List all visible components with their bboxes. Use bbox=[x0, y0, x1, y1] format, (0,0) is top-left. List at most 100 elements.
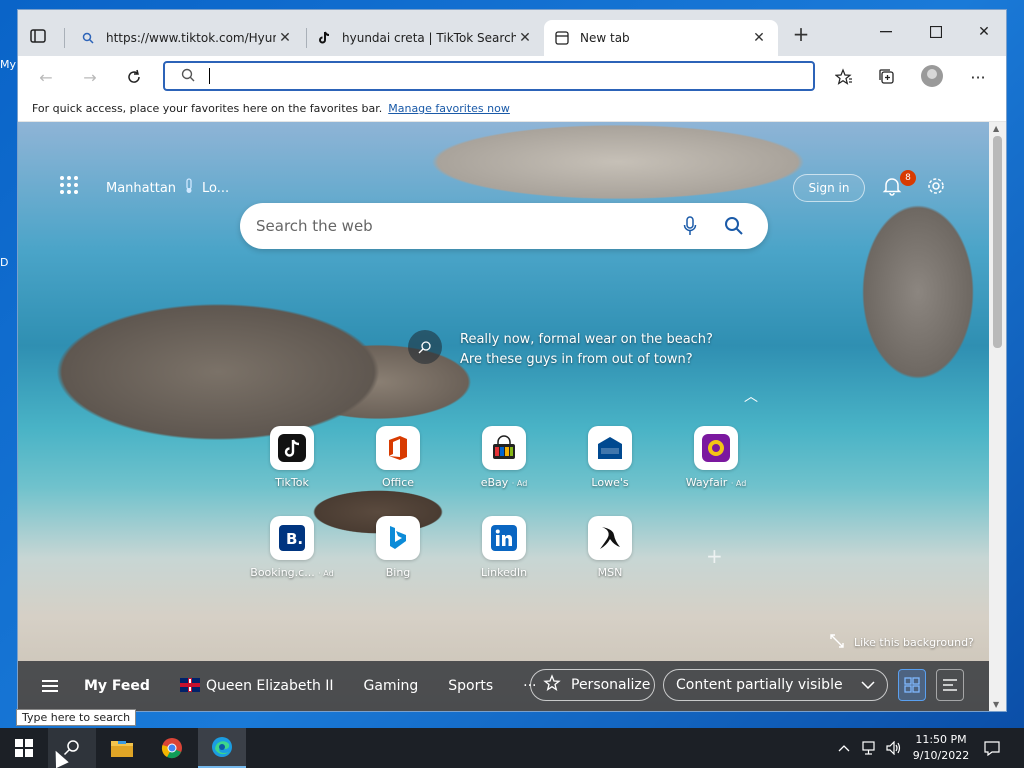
ad-label: · Ad bbox=[511, 479, 528, 488]
system-clock[interactable]: 11:50 PM 9/10/2022 bbox=[906, 732, 976, 764]
tile-label: Booking.c... bbox=[250, 566, 315, 579]
notification-center-icon[interactable] bbox=[984, 728, 1000, 768]
menu-icon[interactable] bbox=[42, 680, 58, 692]
close-window-icon[interactable]: ✕ bbox=[972, 22, 996, 42]
page-scrollbar[interactable]: ▲ ▼ bbox=[989, 122, 1006, 711]
clock-time: 11:50 PM bbox=[915, 733, 967, 746]
quick-link-lowes[interactable]: Lowe's bbox=[565, 426, 655, 489]
ad-label: · Ad bbox=[730, 479, 747, 488]
quick-link-tiktok[interactable]: TikTok bbox=[247, 426, 337, 489]
manage-favorites-link[interactable]: Manage favorites now bbox=[388, 102, 510, 115]
msn-icon bbox=[588, 516, 632, 560]
quick-link-booking[interactable]: B. Booking.c... · Ad bbox=[247, 516, 337, 579]
feed-navigation-bar: My Feed Queen Elizabeth II Gaming Sports… bbox=[18, 661, 989, 711]
minimize-icon[interactable] bbox=[874, 22, 898, 42]
uk-flag-icon bbox=[179, 678, 200, 692]
file-explorer-icon[interactable] bbox=[98, 728, 146, 768]
newtab-page-icon bbox=[554, 30, 570, 46]
lowes-icon bbox=[588, 426, 632, 470]
weather-widget[interactable]: Manhattan Lo... bbox=[106, 178, 229, 198]
feed-tab-sports[interactable]: Sports bbox=[448, 678, 493, 694]
address-bar[interactable] bbox=[163, 61, 815, 91]
tile-label: Wayfair bbox=[685, 476, 728, 489]
scrollbar-thumb[interactable] bbox=[993, 136, 1002, 348]
tiktok-icon bbox=[270, 426, 314, 470]
feed-tab-my-feed[interactable]: My Feed bbox=[84, 678, 150, 694]
weather-label: Lo... bbox=[202, 180, 230, 196]
search-icon[interactable] bbox=[722, 214, 746, 238]
maximize-icon[interactable] bbox=[924, 22, 948, 42]
profile-avatar[interactable] bbox=[921, 65, 943, 87]
web-search-box[interactable]: Search the web bbox=[240, 203, 768, 249]
search-tooltip: Type here to search bbox=[16, 709, 137, 726]
like-background-label: Like this background? bbox=[854, 636, 974, 649]
caption-line: Really now, formal wear on the beach? bbox=[460, 332, 713, 347]
close-tab-icon[interactable]: ✕ bbox=[516, 30, 534, 46]
grid-view-icon[interactable] bbox=[898, 669, 926, 701]
tab-title: https://www.tiktok.com/Hyundai bbox=[106, 31, 276, 45]
favorites-bar: For quick access, place your favorites h… bbox=[18, 96, 1006, 122]
windows-start-icon[interactable] bbox=[0, 728, 48, 768]
quick-link-bing[interactable]: Bing bbox=[353, 516, 443, 579]
scroll-up-icon[interactable]: ▲ bbox=[993, 124, 999, 133]
browser-window: https://www.tiktok.com/Hyundai ✕ hyundai… bbox=[18, 10, 1006, 711]
ad-label: · Ad bbox=[318, 569, 334, 578]
quick-link-office[interactable]: Office bbox=[353, 426, 443, 489]
content-visibility-label: Content partially visible bbox=[676, 677, 843, 693]
background-caption[interactable]: Really now, formal wear on the beach? Ar… bbox=[408, 330, 713, 370]
quick-link-msn[interactable]: MSN bbox=[565, 516, 655, 579]
show-hidden-icons-chevron[interactable] bbox=[838, 728, 850, 768]
close-tab-icon[interactable]: ✕ bbox=[750, 30, 768, 46]
visual-search-icon[interactable] bbox=[408, 330, 442, 364]
taskbar: 11:50 PM 9/10/2022 bbox=[0, 728, 1024, 768]
tile-label: TikTok bbox=[275, 476, 309, 489]
like-background-link[interactable]: Like this background? bbox=[830, 634, 974, 651]
sign-in-button[interactable]: Sign in bbox=[793, 174, 865, 202]
edge-icon[interactable] bbox=[198, 728, 246, 768]
office-icon bbox=[376, 426, 420, 470]
desktop-icon-label[interactable]: My bbox=[0, 58, 16, 71]
tab-title: hyundai creta | TikTok Search bbox=[342, 31, 516, 45]
tab-tiktok-url[interactable]: https://www.tiktok.com/Hyundai ✕ bbox=[70, 20, 304, 56]
chrome-icon[interactable] bbox=[148, 728, 196, 768]
expand-icon bbox=[830, 634, 844, 651]
collections-icon[interactable] bbox=[875, 65, 899, 89]
tab-actions-icon[interactable] bbox=[24, 24, 52, 48]
new-tab-button[interactable]: + bbox=[790, 24, 812, 46]
add-quick-link-icon[interactable]: + bbox=[706, 544, 723, 568]
content-visibility-dropdown[interactable]: Content partially visible bbox=[663, 669, 888, 701]
feed-tab-queen-elizabeth[interactable]: Queen Elizabeth II bbox=[179, 678, 334, 694]
feed-tab-gaming[interactable]: Gaming bbox=[364, 678, 419, 694]
more-options-icon[interactable]: ··· bbox=[966, 65, 990, 89]
back-icon[interactable]: ← bbox=[34, 65, 58, 89]
microphone-icon[interactable] bbox=[678, 214, 702, 238]
refresh-icon[interactable] bbox=[122, 65, 146, 89]
scroll-down-icon[interactable]: ▼ bbox=[993, 700, 999, 709]
wayfair-icon bbox=[694, 426, 738, 470]
close-tab-icon[interactable]: ✕ bbox=[276, 30, 294, 46]
list-view-icon[interactable] bbox=[936, 669, 964, 701]
tab-tiktok-search[interactable]: hyundai creta | TikTok Search ✕ bbox=[306, 20, 544, 56]
sparkle-star-icon bbox=[543, 674, 561, 696]
quick-link-wayfair[interactable]: Wayfair · Ad bbox=[671, 426, 761, 489]
booking-icon: B. bbox=[270, 516, 314, 560]
volume-icon[interactable] bbox=[886, 728, 902, 768]
personalize-button[interactable]: Personalize bbox=[530, 669, 655, 701]
quick-link-ebay[interactable]: eBay · Ad bbox=[459, 426, 549, 489]
linkedin-icon bbox=[482, 516, 526, 560]
favorites-star-icon[interactable] bbox=[832, 65, 856, 89]
search-icon bbox=[181, 67, 195, 86]
network-icon[interactable] bbox=[862, 728, 880, 768]
thermometer-icon bbox=[184, 178, 194, 198]
bing-icon bbox=[376, 516, 420, 560]
chevron-up-icon[interactable]: ︿ bbox=[744, 386, 758, 406]
quick-link-linkedin[interactable]: LinkedIn bbox=[459, 516, 549, 579]
personalize-label: Personalize bbox=[571, 677, 651, 693]
gear-icon[interactable] bbox=[926, 176, 948, 198]
tab-new-tab[interactable]: New tab ✕ bbox=[544, 20, 778, 56]
app-launcher-icon[interactable] bbox=[60, 176, 78, 194]
search-input[interactable]: Search the web bbox=[256, 217, 678, 235]
ebay-icon bbox=[482, 426, 526, 470]
desktop-icon-label[interactable]: D bbox=[0, 256, 8, 269]
forward-icon[interactable]: → bbox=[78, 65, 102, 89]
